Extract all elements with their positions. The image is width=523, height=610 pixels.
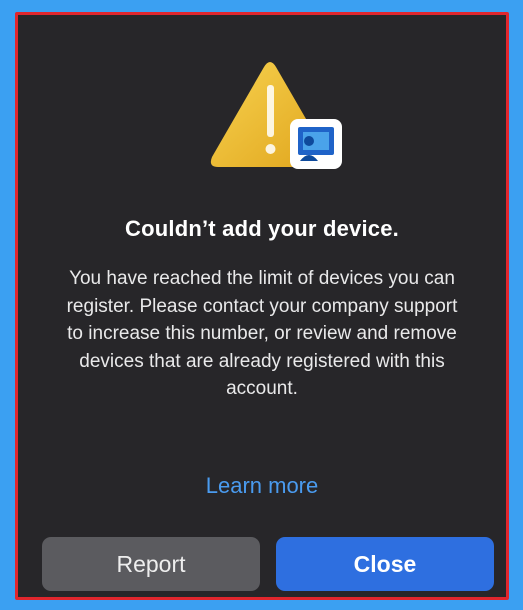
warning-device-icon bbox=[208, 57, 358, 187]
dialog-title: Couldn’t add your device. bbox=[125, 216, 399, 241]
report-button[interactable]: Report bbox=[42, 537, 260, 591]
warning-triangle-icon bbox=[210, 62, 342, 169]
learn-more-link[interactable]: Learn more bbox=[18, 473, 506, 499]
dialog-message: You have reached the limit of devices yo… bbox=[66, 268, 458, 399]
highlight-frame: Couldn’t add your device. You have reach… bbox=[15, 12, 509, 600]
error-dialog: Couldn’t add your device. You have reach… bbox=[18, 15, 506, 597]
screenshot-background: Couldn’t add your device. You have reach… bbox=[0, 0, 523, 610]
close-button[interactable]: Close bbox=[276, 537, 494, 591]
